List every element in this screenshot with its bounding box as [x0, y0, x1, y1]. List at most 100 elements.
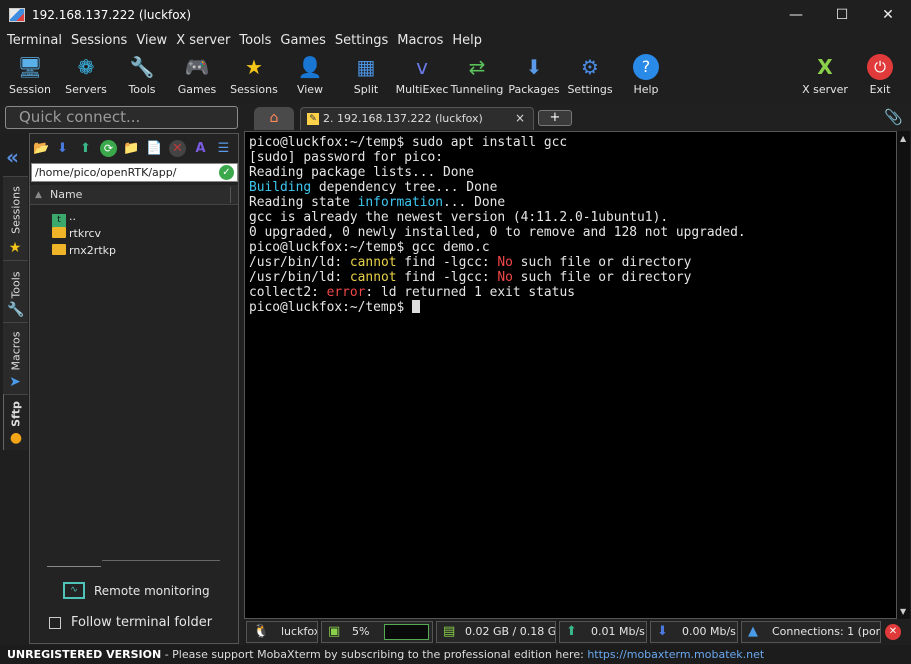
- sftp-path-input[interactable]: /home/pico/openRTK/app/ ✓: [31, 163, 238, 182]
- xserver-icon: X: [817, 55, 833, 79]
- terminal-line: 0 upgraded, 0 newly installed, 0 to remo…: [249, 225, 896, 240]
- terminal-scrollbar[interactable]: ▲ ▼: [897, 131, 910, 619]
- games-icon: 🎮: [184, 55, 210, 79]
- menu-help[interactable]: Help: [448, 33, 486, 48]
- menu-terminal[interactable]: Terminal: [3, 33, 66, 48]
- close-button[interactable]: ✕: [865, 0, 911, 30]
- terminal-text: /usr/bin/ld:: [249, 255, 350, 270]
- checkbox[interactable]: [49, 617, 61, 629]
- rename-icon[interactable]: A: [192, 140, 209, 157]
- toolbar-exit-button[interactable]: ⏻ Exit: [850, 51, 910, 101]
- upload-icon: ⬆: [566, 624, 577, 639]
- new-file-icon[interactable]: 📄: [146, 140, 163, 157]
- scroll-up-icon[interactable]: ▲: [900, 134, 906, 143]
- menu-x-server[interactable]: X server: [172, 33, 234, 48]
- terminal-line: [sudo] password for pico:: [249, 150, 896, 165]
- tools-icon: 🔧: [129, 55, 155, 79]
- side-tab-sessions[interactable]: Sessions ★: [3, 176, 28, 260]
- linux-icon: 🐧: [253, 624, 270, 639]
- file-row-rnx2rtkp[interactable]: rnx2rtkp: [52, 242, 116, 259]
- sftp-path-value: /home/pico/openRTK/app/: [35, 166, 177, 179]
- toolbar-split-button[interactable]: ▦ Split: [336, 51, 396, 101]
- terminal-text: such file or directory: [512, 255, 692, 270]
- side-tab-macros[interactable]: Macros ➤: [3, 322, 28, 394]
- toolbar-packages-button[interactable]: ⬇ Packages: [504, 51, 564, 101]
- menu-settings[interactable]: Settings: [331, 33, 392, 48]
- checkmark-icon[interactable]: ✓: [219, 165, 234, 180]
- toolbar-multiexec-button[interactable]: ᴠ MultiExec: [392, 51, 452, 101]
- terminal-output[interactable]: pico@luckfox:~/temp$ sudo apt install gc…: [244, 131, 897, 619]
- side-tab-sftp[interactable]: Sftp ●: [3, 394, 28, 450]
- upload-icon[interactable]: ⬆: [77, 140, 94, 157]
- terminal-text: Reading package lists... Done: [249, 165, 475, 180]
- maximize-button[interactable]: ☐: [819, 0, 865, 30]
- column-separator[interactable]: [230, 187, 231, 203]
- tab-close-icon[interactable]: ×: [515, 108, 525, 129]
- sftp-panel: 📂 ⬇ ⬆ ⟳ 📁 📄 ✕ A ☰ /home/pico/openRTK/app…: [29, 133, 239, 644]
- terminal-tab-icon: ✎: [307, 113, 319, 125]
- remote-monitoring-button[interactable]: ∿ Remote monitoring: [63, 581, 233, 601]
- terminal-line: pico@luckfox:~/temp$ sudo apt install gc…: [249, 135, 896, 150]
- toolbar-sessions-button[interactable]: ★ Sessions: [224, 51, 284, 101]
- status-memory: ▤ 0.02 GB / 0.18 GB: [436, 621, 556, 643]
- toolbar-xserver-button[interactable]: XX server: [795, 51, 855, 101]
- refresh-icon[interactable]: ⟳: [100, 140, 117, 157]
- side-tab-strip: « Sessions ★ Tools 🔧 Macros ➤ Sftp ●: [0, 133, 29, 651]
- attachment-icon[interactable]: 📎: [884, 108, 903, 126]
- minimize-button[interactable]: —: [773, 0, 819, 30]
- menu-macros[interactable]: Macros: [393, 33, 447, 48]
- terminal-text: error: [326, 285, 366, 300]
- toolbar-help-button[interactable]: ? Help: [616, 51, 676, 101]
- session-icon: 🖥: [17, 55, 43, 79]
- terminal-text: find -lgcc:: [396, 270, 498, 285]
- side-tab-tools[interactable]: Tools 🔧: [3, 260, 28, 322]
- new-tab-button[interactable]: +: [538, 110, 572, 126]
- quick-connect-input[interactable]: Quick connect...: [5, 106, 238, 129]
- close-status-icon[interactable]: ✕: [885, 624, 901, 640]
- file-row-parent[interactable]: t..: [52, 208, 76, 227]
- toolbar-settings-button[interactable]: ⚙ Settings: [560, 51, 620, 101]
- folder-icon: [52, 227, 66, 238]
- menu-tools[interactable]: Tools: [235, 33, 275, 48]
- home-tab[interactable]: ⌂: [254, 107, 294, 130]
- terminal-line: pico@luckfox:~/temp$: [249, 300, 896, 315]
- menu-games[interactable]: Games: [276, 33, 329, 48]
- folder-up-icon[interactable]: 📂: [33, 140, 50, 157]
- menu-sessions[interactable]: Sessions: [67, 33, 131, 48]
- download-icon: ⬇: [657, 624, 668, 639]
- tab-session-2[interactable]: ✎ 2. 192.168.137.222 (luckfox) ×: [300, 107, 534, 130]
- file-list-header[interactable]: ▲ Name: [30, 185, 238, 205]
- terminal-line: pico@luckfox:~/temp$ gcc demo.c: [249, 240, 896, 255]
- toolbar-view-button[interactable]: 👤 View: [280, 51, 340, 101]
- follow-terminal-folder-checkbox[interactable]: Follow terminal folder: [49, 613, 239, 633]
- menu-bar: Terminal Sessions View X server Tools Ga…: [0, 30, 911, 51]
- monitor-icon: ∿: [63, 582, 85, 599]
- download-icon[interactable]: ⬇: [54, 140, 71, 157]
- toolbar-tools-button[interactable]: 🔧 Tools: [112, 51, 172, 101]
- status-download: ⬇ 0.00 Mb/s: [650, 621, 738, 643]
- scroll-down-icon[interactable]: ▼: [900, 607, 906, 616]
- properties-icon[interactable]: ☰: [215, 140, 232, 157]
- window-title: 192.168.137.222 (luckfox): [32, 8, 192, 22]
- terminal-line: Reading state information... Done: [249, 195, 896, 210]
- terminal-text: [sudo] password for pico:: [249, 150, 444, 165]
- terminal-text: 0 upgraded, 0 newly installed, 0 to remo…: [249, 225, 746, 240]
- toolbar-session-button[interactable]: 🖥 Session: [0, 51, 60, 101]
- tools-icon: 🔧: [7, 302, 25, 318]
- memory-icon: ▤: [443, 624, 456, 639]
- terminal-line: gcc is already the newest version (4:11.…: [249, 210, 896, 225]
- main-toolbar: 🖥 Session ❁ Servers 🔧 Tools 🎮 Games ★ Session…: [0, 51, 911, 103]
- mobaxterm-link[interactable]: https://mobaxterm.mobatek.net: [587, 648, 764, 661]
- toolbar-tunneling-button[interactable]: ⇄ Tunneling: [447, 51, 507, 101]
- delete-icon[interactable]: ✕: [169, 140, 186, 157]
- file-row-rtkrcv[interactable]: rtkrcv: [52, 225, 101, 242]
- menu-view[interactable]: View: [132, 33, 171, 48]
- terminal-text: collect2:: [249, 285, 327, 300]
- cpu-icon: ▣: [328, 624, 341, 639]
- toolbar-servers-button[interactable]: ❁ Servers: [56, 51, 116, 101]
- toolbar-games-button[interactable]: 🎮 Games: [167, 51, 227, 101]
- new-folder-icon[interactable]: 📁: [123, 140, 140, 157]
- status-connections: ▲Connections: 1 (port 2: [741, 621, 881, 643]
- sort-arrow-icon: ▲: [35, 190, 42, 200]
- collapse-sidebar-icon[interactable]: «: [6, 145, 19, 169]
